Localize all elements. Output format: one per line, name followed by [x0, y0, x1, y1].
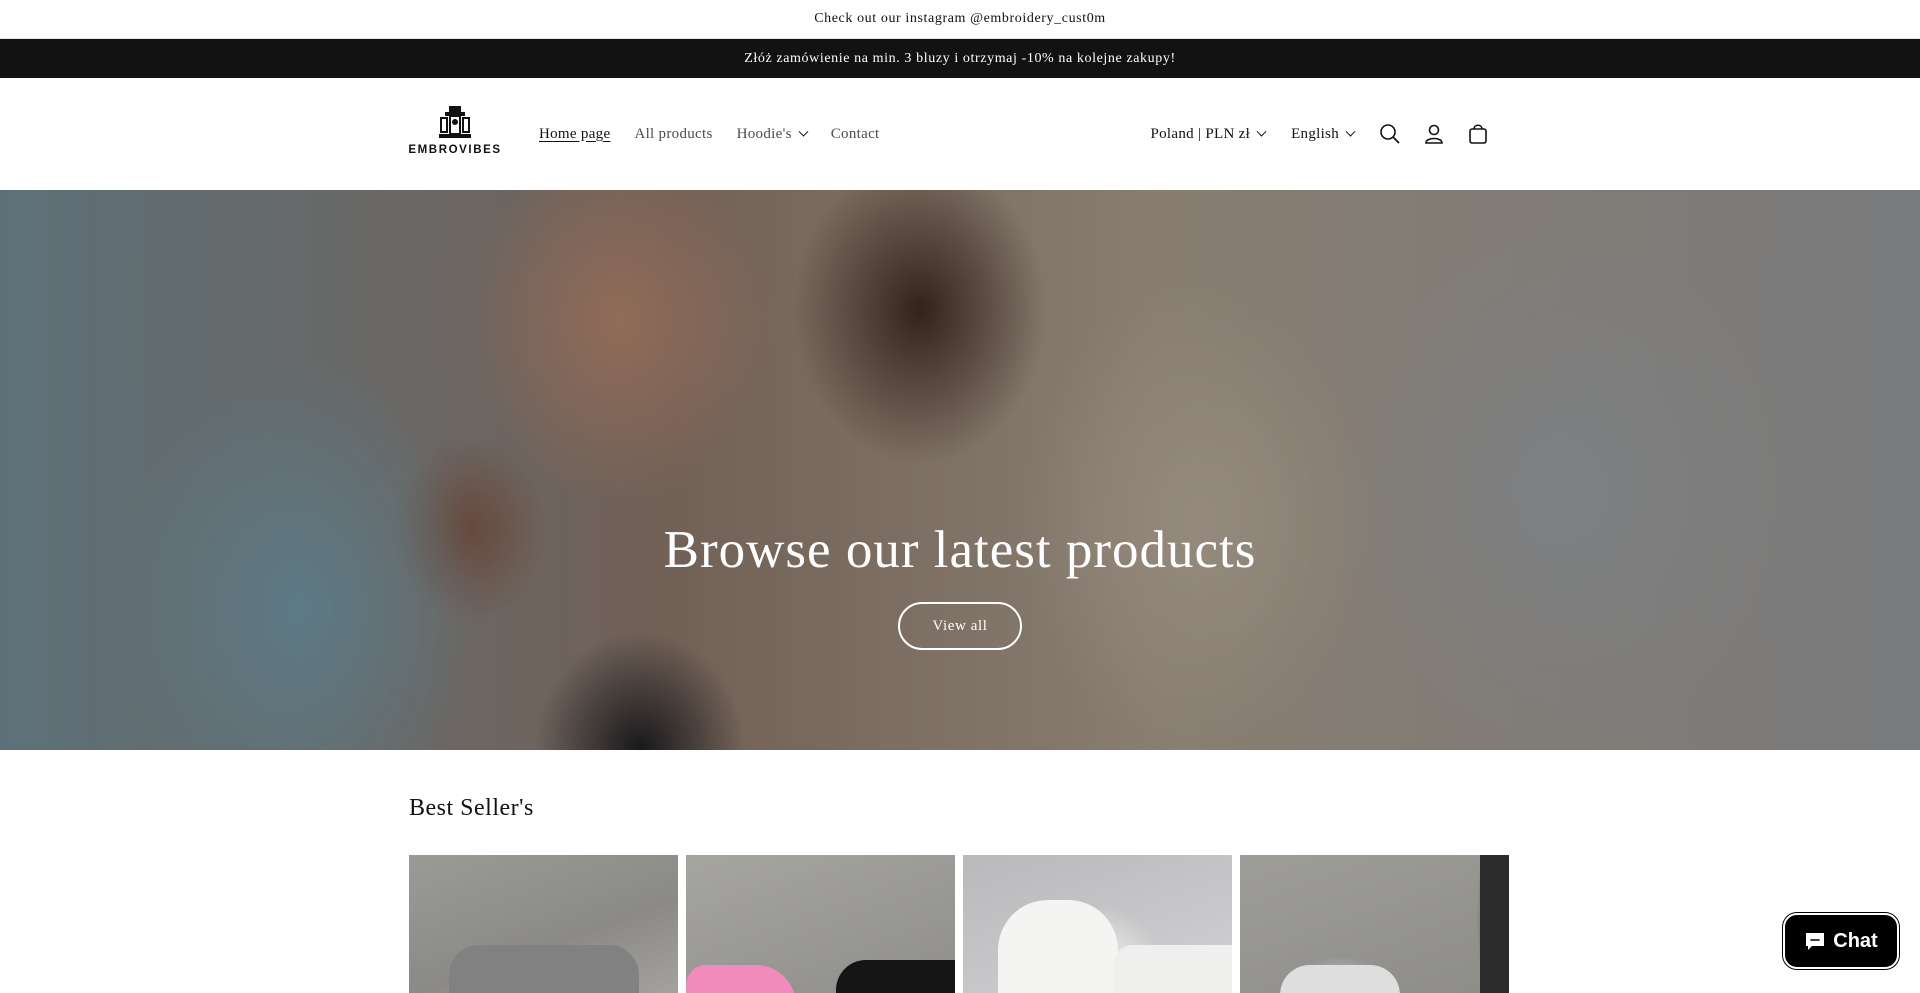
chat-label: Chat: [1833, 929, 1878, 952]
product-image: [998, 900, 1118, 993]
product-image: [1480, 855, 1509, 993]
nav-all-products[interactable]: All products: [634, 126, 712, 143]
store-logo[interactable]: EMBROVIBES: [408, 104, 502, 162]
nav-home-page[interactable]: Home page: [539, 126, 610, 143]
product-image: [449, 945, 639, 993]
language-selector[interactable]: English: [1291, 125, 1356, 143]
chevron-down-icon: [1256, 126, 1267, 137]
country-selector-label: Poland | PLN zł: [1150, 125, 1251, 142]
header-actions: Poland | PLN zł English: [1150, 78, 1500, 190]
product-card[interactable]: [963, 855, 1232, 993]
logo-text: EMBROVIBES: [408, 144, 502, 156]
main-nav: Home page All products Hoodie's Contact: [539, 78, 904, 190]
hero-title: Browse our latest products: [663, 521, 1257, 579]
chat-bubble-icon: [1806, 933, 1825, 950]
product-image: [686, 965, 796, 993]
site-header: EMBROVIBES Home page All products Hoodie…: [0, 78, 1920, 190]
search-icon[interactable]: [1368, 112, 1412, 156]
hero-content: Browse our latest products View all: [0, 520, 1920, 650]
product-card[interactable]: [1240, 855, 1509, 993]
product-image: [1280, 965, 1400, 993]
hero-banner: Browse our latest products View all: [0, 190, 1920, 750]
best-sellers-title: Best Seller's: [409, 795, 534, 821]
account-icon[interactable]: [1412, 112, 1456, 156]
logo-mark-icon: [439, 106, 471, 138]
nav-contact[interactable]: Contact: [831, 126, 880, 143]
announcement-bar-instagram: Check out our instagram @embroidery_cust…: [0, 0, 1920, 39]
product-grid: [409, 855, 1511, 993]
product-card[interactable]: [686, 855, 955, 993]
chevron-down-icon: [798, 126, 809, 137]
announcement-text: Check out our instagram @embroidery_cust…: [814, 11, 1106, 26]
nav-hoodies[interactable]: Hoodie's: [736, 125, 809, 143]
announcement-bar-promo: Złóż zamówienie na min. 3 bluzy i otrzym…: [0, 39, 1920, 78]
language-selector-label: English: [1291, 125, 1339, 142]
cart-icon[interactable]: [1456, 112, 1500, 156]
chevron-down-icon: [1345, 126, 1356, 137]
chat-button[interactable]: Chat: [1783, 913, 1899, 969]
product-image: [836, 960, 955, 993]
product-image: [1113, 945, 1232, 993]
nav-hoodies-label: Hoodie's: [736, 125, 792, 142]
promo-text: Złóż zamówienie na min. 3 bluzy i otrzym…: [744, 50, 1176, 66]
product-card[interactable]: [409, 855, 678, 993]
country-selector[interactable]: Poland | PLN zł: [1150, 125, 1267, 143]
view-all-button[interactable]: View all: [898, 602, 1022, 650]
